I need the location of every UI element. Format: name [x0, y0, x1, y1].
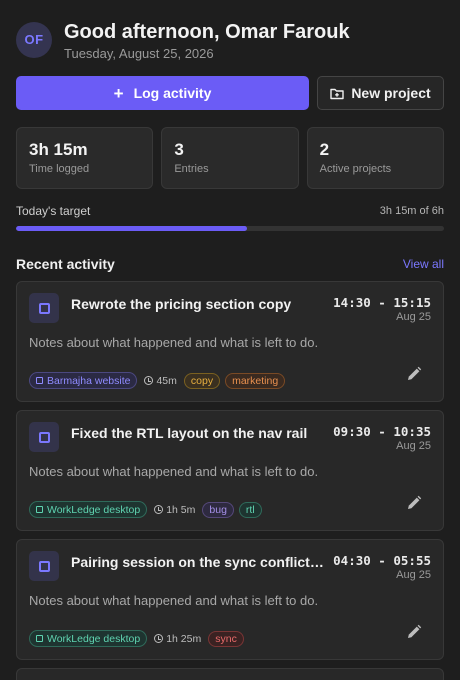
duration-value: 1h 25m: [166, 632, 202, 645]
stat-value: 3h 15m: [29, 140, 88, 159]
tag-chip[interactable]: sync: [208, 630, 244, 647]
activity-duration: 1h 25m: [154, 633, 201, 645]
project-chip[interactable]: WorkLedge desktop: [29, 501, 148, 518]
tag-chip[interactable]: rtl: [238, 501, 262, 518]
activity-card[interactable]: Rewrote the pricing section copy 14:30 -…: [16, 281, 444, 402]
stat-entries: 3 Entries: [161, 127, 299, 189]
activity-card[interactable]: Pairing session on the sync conflict res…: [16, 539, 444, 660]
stat-label: Active projects: [319, 163, 392, 175]
project-square-icon: [36, 377, 43, 384]
new-project-button[interactable]: New project: [317, 76, 444, 110]
activity-title: Pairing session on the sync conflict res…: [71, 554, 326, 570]
stat-label: Entries: [174, 163, 209, 175]
activity-title: Rewrote the pricing section copy: [71, 296, 292, 312]
stat-value: 2: [319, 140, 330, 159]
log-activity-label: Log activity: [133, 85, 212, 101]
header: OF Good afternoon, Omar Farouk Tuesday, …: [16, 0, 444, 64]
activity-meta: WorkLedge desktop 1h 25m sync: [29, 630, 244, 647]
project-icon: [29, 422, 59, 452]
log-activity-button[interactable]: + Log activity: [16, 76, 309, 110]
project-icon: [29, 293, 59, 323]
target-progress-bar: [16, 226, 444, 231]
stat-time-logged: 3h 15m Time logged: [16, 127, 154, 189]
avatar[interactable]: OF: [16, 21, 52, 58]
project-name: WorkLedge desktop: [47, 503, 141, 516]
activity-date: Aug 25: [396, 569, 431, 581]
activity-notes: Notes about what happened and what is le…: [29, 593, 319, 608]
activity-time-range: 04:30 - 05:55: [333, 553, 431, 568]
target-value: 3h 15m of 6h: [379, 205, 444, 217]
tag-chip[interactable]: bug: [202, 501, 234, 518]
activity-card[interactable]: [16, 668, 444, 680]
activity-card[interactable]: Fixed the RTL layout on the nav rail 09:…: [16, 410, 444, 531]
activity-duration: 45m: [144, 374, 177, 387]
edit-button[interactable]: [405, 623, 423, 641]
new-project-label: New project: [351, 85, 431, 101]
duration-value: 45m: [156, 374, 177, 387]
target-row: Today's target 3h 15m of 6h: [16, 204, 444, 218]
target-label: Today's target: [16, 204, 91, 218]
plus-icon: +: [113, 83, 124, 103]
duration-value: 1h 5m: [166, 503, 196, 516]
project-square-icon: [36, 506, 43, 513]
activity-notes: Notes about what happened and what is le…: [29, 335, 319, 350]
stat-label: Time logged: [29, 163, 90, 175]
activity-time-range: 14:30 - 15:15: [333, 295, 431, 310]
dashboard: OF Good afternoon, Omar Farouk Tuesday, …: [0, 0, 460, 680]
greeting-block: Good afternoon, Omar Farouk Tuesday, Aug…: [64, 19, 350, 61]
activity-notes: Notes about what happened and what is le…: [29, 464, 319, 479]
pencil-icon: [408, 624, 422, 638]
activity-time-range: 09:30 - 10:35: [333, 424, 431, 439]
activity-list: Rewrote the pricing section copy 14:30 -…: [16, 281, 444, 680]
folder-plus-icon: [330, 88, 345, 99]
activity-title: Fixed the RTL layout on the nav rail: [71, 425, 308, 441]
stat-value: 3: [174, 140, 184, 159]
clock-icon: [144, 376, 154, 385]
tag-chip[interactable]: marketing: [225, 372, 286, 389]
activity-duration: 1h 5m: [154, 504, 195, 516]
project-icon: [29, 551, 59, 581]
project-chip[interactable]: Barmajha website: [29, 372, 138, 389]
activity-date: Aug 25: [396, 311, 431, 323]
target-progress-fill: [16, 226, 248, 231]
action-bar: + Log activity New project: [16, 76, 444, 110]
tag-chip[interactable]: copy: [183, 372, 221, 389]
project-name: Barmajha website: [47, 374, 131, 387]
edit-button[interactable]: [405, 365, 423, 383]
current-date: Tuesday, August 25, 2026: [64, 45, 214, 61]
clock-icon: [154, 505, 164, 514]
activity-meta: WorkLedge desktop 1h 5m bug rtl: [29, 501, 262, 518]
recent-title: Recent activity: [16, 256, 115, 272]
activity-meta: Barmajha website 45m copy marketing: [29, 372, 286, 389]
project-name: WorkLedge desktop: [47, 632, 141, 645]
project-square-icon: [36, 635, 43, 642]
clock-icon: [154, 634, 164, 643]
edit-button[interactable]: [405, 494, 423, 512]
view-all-link[interactable]: View all: [403, 257, 444, 271]
activity-date: Aug 25: [396, 440, 431, 452]
stats-row: 3h 15m Time logged 3 Entries 2 Active pr…: [16, 127, 444, 189]
stat-active-projects: 2 Active projects: [306, 127, 444, 189]
project-chip[interactable]: WorkLedge desktop: [29, 630, 148, 647]
pencil-icon: [408, 495, 422, 509]
pencil-icon: [408, 366, 422, 380]
recent-header: Recent activity View all: [16, 256, 444, 272]
greeting-title: Good afternoon, Omar Farouk: [64, 20, 350, 43]
